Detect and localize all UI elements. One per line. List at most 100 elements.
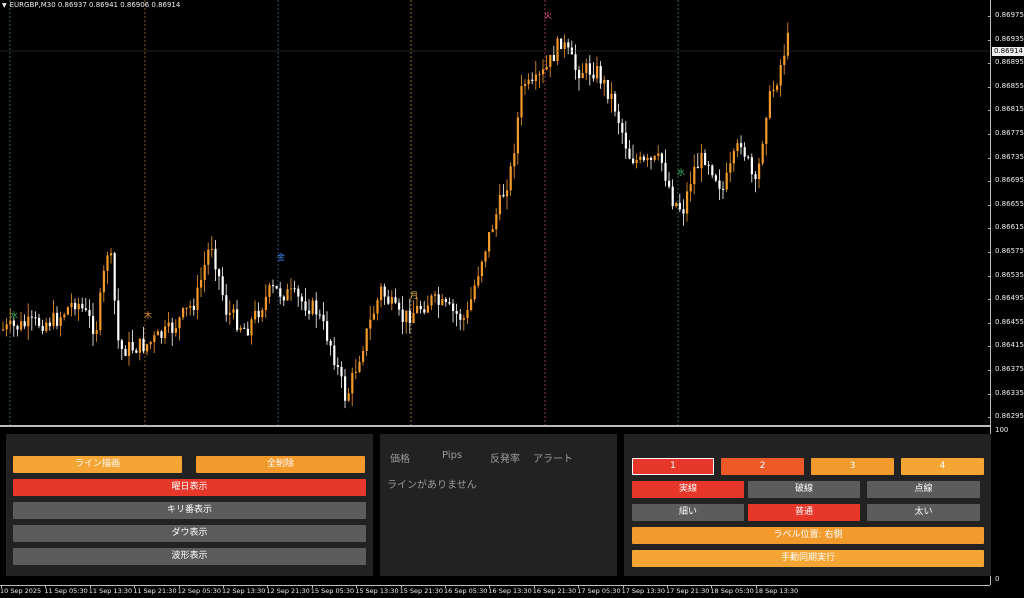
time-axis-label: 17 Sep 13:30 bbox=[621, 587, 665, 595]
candle-body bbox=[606, 79, 609, 99]
weekday-marker-label: 金 bbox=[277, 252, 285, 262]
candle-body bbox=[128, 341, 131, 356]
price-axis-label: 0.86495 bbox=[995, 294, 1024, 303]
candle-body bbox=[707, 164, 710, 166]
candle-body bbox=[300, 296, 303, 302]
candle-body bbox=[171, 322, 174, 333]
price-axis-tick bbox=[988, 110, 991, 112]
price-axis-tick bbox=[988, 63, 991, 65]
candle-body bbox=[358, 361, 361, 372]
time-axis-tick bbox=[533, 585, 535, 588]
candle-body bbox=[221, 276, 224, 296]
mt4-chart-window: 水木金月火水 ▼ EURGBP,M30 0.86937 0.86941 0.869… bbox=[0, 0, 1024, 598]
price-axis-tick bbox=[988, 228, 991, 230]
candle-body bbox=[423, 309, 426, 313]
candle-body bbox=[527, 79, 530, 85]
candle-body bbox=[52, 312, 55, 326]
candle-body bbox=[106, 255, 109, 271]
delete-all-button[interactable]: 全削除 bbox=[196, 456, 365, 473]
price-axis-label: 0.86335 bbox=[995, 388, 1024, 397]
time-axis-label: 18 Sep 13:30 bbox=[754, 587, 799, 595]
candle-body bbox=[524, 84, 527, 87]
label-position-button[interactable]: ラベル位置: 右側 bbox=[632, 527, 984, 544]
time-axis-label: 11 Sep 21:30 bbox=[133, 587, 177, 595]
symbol-title: ▼ EURGBP,M30 0.86937 0.86941 0.86906 0.86… bbox=[2, 1, 180, 9]
price-axis-label: 0.86855 bbox=[995, 81, 1024, 90]
candle-body bbox=[617, 111, 620, 123]
time-axis-label: 15 Sep 21:30 bbox=[399, 587, 443, 595]
line-list-panel: 価格 Pips 反発率 アラート ラインがありません bbox=[380, 434, 617, 576]
candle-body bbox=[603, 79, 606, 84]
candle-body bbox=[41, 325, 44, 331]
width-thick-button[interactable]: 太い bbox=[867, 504, 980, 521]
candle-body bbox=[30, 316, 33, 318]
candle-body bbox=[203, 264, 206, 280]
candle-body bbox=[693, 166, 696, 185]
time-axis-tick bbox=[578, 585, 580, 588]
candle-body bbox=[740, 143, 743, 148]
width-normal-button[interactable]: 普通 bbox=[748, 504, 860, 521]
weekday-display-button[interactable]: 曜日表示 bbox=[13, 479, 366, 496]
time-axis-tick bbox=[89, 585, 91, 588]
candle-body bbox=[761, 143, 764, 164]
candle-body bbox=[70, 303, 73, 308]
candle-body bbox=[610, 93, 613, 99]
time-axis-tick bbox=[711, 585, 713, 588]
candle-body bbox=[473, 285, 476, 300]
line-slot-3-button[interactable]: 3 bbox=[811, 458, 894, 475]
candle-body bbox=[639, 156, 642, 160]
candle-body bbox=[628, 148, 631, 159]
price-axis-label: 0.86575 bbox=[995, 247, 1024, 255]
candle-body bbox=[491, 229, 494, 233]
candle-body bbox=[621, 122, 624, 133]
price-axis-label: 0.86815 bbox=[995, 105, 1024, 114]
time-axis-tick bbox=[356, 585, 358, 588]
width-thin-button[interactable]: 細い bbox=[632, 504, 744, 521]
candle-body bbox=[315, 300, 318, 315]
subwindow-axis: 100 0 bbox=[990, 425, 1024, 585]
candle-body bbox=[747, 156, 750, 158]
candle-body bbox=[664, 162, 667, 181]
subwindow-separator[interactable] bbox=[0, 425, 990, 427]
time-axis-label: 17 Sep 21:30 bbox=[666, 587, 710, 595]
candle-body bbox=[308, 310, 311, 314]
candle-body bbox=[142, 338, 145, 352]
line-slot-2-button[interactable]: 2 bbox=[721, 458, 804, 475]
line-slot-1-button[interactable]: 1 bbox=[632, 458, 714, 475]
candle-body bbox=[441, 299, 444, 305]
line-slot-4-button[interactable]: 4 bbox=[901, 458, 984, 475]
time-axis-label: 12 Sep 13:30 bbox=[222, 587, 266, 595]
candle-body bbox=[696, 166, 699, 169]
candle-body bbox=[92, 315, 95, 334]
candle-body bbox=[272, 285, 275, 287]
round-number-display-button[interactable]: キリ番表示 bbox=[13, 502, 366, 519]
candle-body bbox=[542, 69, 545, 75]
candle-body bbox=[495, 214, 498, 230]
dow-display-button[interactable]: ダウ表示 bbox=[13, 525, 366, 542]
style-dotted-button[interactable]: 点線 bbox=[867, 481, 980, 498]
candle-body bbox=[246, 328, 249, 336]
candle-body bbox=[20, 321, 23, 330]
candle-body bbox=[434, 294, 437, 296]
price-axis-tick bbox=[988, 39, 991, 41]
candle-body bbox=[552, 55, 555, 62]
time-axis-label: 17 Sep 05:30 bbox=[577, 587, 621, 595]
candle-body bbox=[23, 321, 26, 327]
candle-body bbox=[304, 301, 307, 311]
candle-body bbox=[588, 63, 591, 75]
candle-body bbox=[56, 312, 59, 326]
candle-body bbox=[329, 340, 332, 346]
candle-body bbox=[596, 65, 599, 79]
time-axis-label: 10 Sep 2025 bbox=[0, 587, 42, 595]
style-solid-button[interactable]: 実線 bbox=[632, 481, 744, 498]
price-axis[interactable]: 0.86914 0.86975 0.86935 0.86895 0.86855 0.86… bbox=[988, 0, 1024, 425]
candle-body bbox=[9, 320, 12, 325]
style-dashed-button[interactable]: 破線 bbox=[748, 481, 860, 498]
draw-lines-button[interactable]: ライン描画 bbox=[13, 456, 182, 473]
manual-sync-button[interactable]: 手動同期実行 bbox=[632, 550, 984, 567]
wave-display-button[interactable]: 波形表示 bbox=[13, 548, 366, 565]
candle-body bbox=[16, 325, 19, 330]
candle-body bbox=[326, 321, 329, 341]
weekday-marker-label: 水 bbox=[10, 310, 18, 320]
candlestick-chart[interactable]: 水木金月火水 bbox=[0, 0, 990, 425]
